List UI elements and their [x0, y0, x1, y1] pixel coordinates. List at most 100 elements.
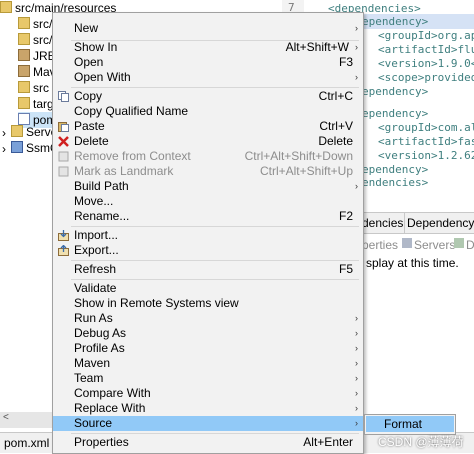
menu-item-compare-with[interactable]: Compare With › — [53, 386, 363, 401]
menu-item-label: Replace With — [74, 401, 146, 415]
menu-item-open-with[interactable]: Open With › — [53, 70, 363, 85]
menu-item-label: Debug As — [74, 326, 127, 340]
menu-separator — [71, 260, 359, 261]
menu-item-label: Remove from Context — [74, 149, 191, 163]
menu-item-label: Delete — [74, 134, 109, 148]
servers-icon — [402, 238, 412, 248]
menu-item-export[interactable]: Export... — [53, 243, 363, 258]
menu-separator — [71, 279, 359, 280]
menu-item-mark-as-landmark[interactable]: Mark as Landmark Ctrl+Alt+Shift+Up — [53, 164, 363, 179]
tree-item[interactable]: src/t — [18, 32, 56, 48]
submenu-arrow-icon: › — [355, 23, 358, 33]
menu-item-label: New — [74, 21, 99, 35]
paste-icon — [58, 121, 69, 132]
menu-item-shortcut: F3 — [338, 55, 353, 69]
tab-dependency-hierarchy[interactable]: Dependency H — [407, 216, 474, 230]
menu-item-label: Import... — [74, 228, 119, 242]
menu-item-new[interactable]: New › — [53, 21, 363, 36]
menu-item-label: Open — [74, 55, 104, 69]
tab-servers[interactable]: Servers — [414, 238, 455, 252]
menu-item-import[interactable]: Import... — [53, 228, 363, 243]
menu-item-copy-qualified-name[interactable]: Copy Qualified Name — [53, 104, 363, 119]
menu-separator — [71, 87, 359, 88]
data-source-icon — [454, 238, 464, 248]
import-icon — [58, 230, 69, 241]
menu-item-rename[interactable]: Rename... F2 — [53, 209, 363, 224]
delete-icon — [58, 136, 69, 147]
menu-item-label: Refresh — [74, 262, 117, 276]
menu-item-label: Copy Qualified Name — [74, 104, 189, 118]
menu-item-open[interactable]: Open F3 — [53, 55, 363, 70]
menu-item-maven[interactable]: Maven › — [53, 356, 363, 371]
explorer-scrollbar[interactable]: < — [0, 412, 52, 428]
tab-dependencies[interactable]: dencies — [362, 216, 403, 230]
menu-item-refresh[interactable]: Refresh F5 — [53, 262, 363, 277]
submenu-arrow-icon: › — [355, 328, 358, 338]
menu-item-delete[interactable]: Delete Delete — [53, 134, 363, 149]
menu-item-label: Move... — [74, 194, 114, 208]
menu-item-show-in[interactable]: Show In Alt+Shift+W › — [53, 40, 363, 55]
menu-item-label: Maven — [74, 356, 111, 370]
menu-item-build-path[interactable]: Build Path › — [53, 179, 363, 194]
submenu-arrow-icon: › — [355, 181, 358, 191]
tree-item[interactable]: src/t — [18, 16, 56, 32]
menu-item-shortcut: Alt+Shift+W — [285, 40, 349, 54]
server-folder-icon — [11, 125, 23, 137]
folder-icon — [18, 17, 30, 29]
tree-item[interactable]: src — [18, 80, 49, 96]
menu-item-label: Source — [74, 416, 113, 430]
folder-icon — [18, 97, 30, 109]
code-line: <artifactId>fast — [378, 135, 474, 148]
menu-item-label: Run As — [74, 311, 113, 325]
context-menu: New › Show In Alt+Shift+W › Open F3 Open Wit… — [52, 12, 364, 454]
tab-other[interactable]: D — [466, 238, 474, 252]
menu-item-team[interactable]: Team › — [53, 371, 363, 386]
copy-icon — [58, 91, 69, 102]
submenu-arrow-icon: › — [355, 358, 358, 368]
submenu-arrow-icon: › — [355, 42, 358, 52]
expand-arrow-icon: › — [2, 142, 6, 156]
landmark-icon — [58, 166, 69, 177]
menu-item-copy[interactable]: Copy Ctrl+C — [53, 89, 363, 104]
export-icon — [58, 244, 69, 256]
menu-item-label: Export... — [74, 243, 119, 257]
code-line: <version>1.9.0</ — [378, 57, 474, 70]
code-line: ependency> — [362, 85, 429, 98]
menu-item-validate[interactable]: Validate — [53, 281, 363, 296]
menu-item-profile-as[interactable]: Profile As › — [53, 341, 363, 356]
menu-item-label: Compare With — [74, 386, 151, 400]
menu-item-move[interactable]: Move... — [53, 194, 363, 209]
submenu-arrow-icon: › — [355, 72, 358, 82]
menu-item-label: Validate — [74, 281, 117, 295]
menu-item-label: Properties — [74, 435, 129, 449]
code-line: <artifactId>flum — [378, 43, 474, 56]
submenu-item-format[interactable]: Format — [366, 416, 454, 432]
menu-item-shortcut: Delete — [318, 134, 353, 148]
menu-item-run-as[interactable]: Run As › — [53, 311, 363, 326]
menu-item-shortcut: Alt+Enter — [303, 435, 353, 449]
menu-item-label: Paste — [74, 119, 105, 133]
menu-item-paste[interactable]: Paste Ctrl+V — [53, 119, 363, 134]
menu-item-shortcut: Ctrl+V — [319, 119, 353, 133]
menu-item-remove-from-context[interactable]: Remove from Context Ctrl+Alt+Shift+Down — [53, 149, 363, 164]
menu-item-shortcut: F5 — [338, 262, 353, 276]
library-icon — [18, 65, 30, 77]
status-file: pom.xml — [4, 436, 50, 450]
menu-item-show-in-remote-systems[interactable]: Show in Remote Systems view — [53, 296, 363, 311]
submenu-arrow-icon: › — [355, 373, 358, 383]
submenu-arrow-icon: › — [355, 403, 358, 413]
tab-properties[interactable]: perties — [362, 238, 398, 252]
folder-icon — [18, 33, 30, 45]
library-icon — [18, 49, 30, 61]
scroll-left-icon: < — [3, 412, 9, 423]
submenu-arrow-icon: › — [355, 313, 358, 323]
menu-item-label: Copy — [74, 89, 103, 103]
menu-item-shortcut: F2 — [338, 209, 353, 223]
menu-item-label: Mark as Landmark — [74, 164, 174, 178]
menu-item-source[interactable]: Source › — [53, 416, 363, 431]
menu-item-shortcut: Ctrl+Alt+Shift+Up — [259, 164, 353, 178]
menu-item-properties[interactable]: Properties Alt+Enter — [53, 435, 363, 450]
menu-item-debug-as[interactable]: Debug As › — [53, 326, 363, 341]
menu-item-replace-with[interactable]: Replace With › — [53, 401, 363, 416]
menu-item-label: Rename... — [74, 209, 130, 223]
